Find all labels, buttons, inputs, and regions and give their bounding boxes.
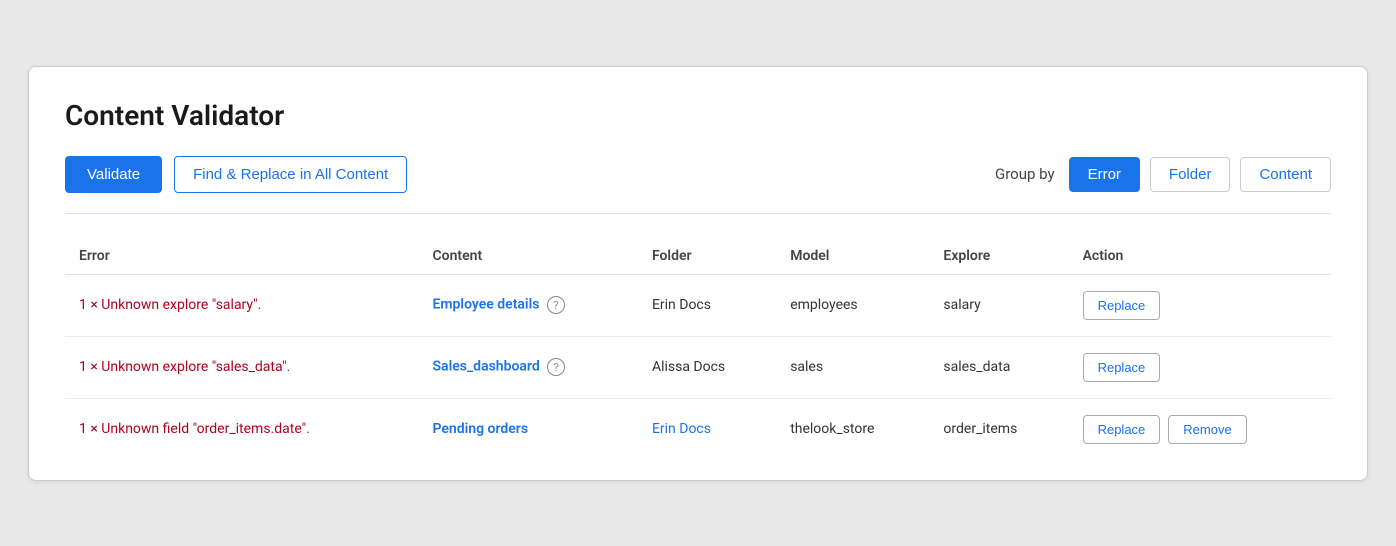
explore-cell: order_items (929, 398, 1068, 460)
content-link[interactable]: Sales_dashboard (433, 359, 540, 375)
col-header-explore: Explore (929, 238, 1068, 275)
folder-name: Erin Docs (652, 297, 711, 313)
content-link[interactable]: Pending orders (433, 421, 529, 437)
replace-button[interactable]: Replace (1083, 415, 1161, 444)
group-by-label: Group by (995, 165, 1055, 183)
table-header-row: Error Content Folder Model Explore Actio… (65, 238, 1331, 275)
action-cell: Replace (1069, 336, 1331, 398)
action-cell: Replace Remove (1069, 398, 1331, 460)
table-row: 1 × Unknown explore "sales_data". Sales_… (65, 336, 1331, 398)
toolbar-left: Validate Find & Replace in All Content (65, 156, 407, 193)
content-cell: Employee details ? (419, 274, 638, 336)
col-header-model: Model (776, 238, 929, 275)
action-cell: Replace (1069, 274, 1331, 336)
validate-button[interactable]: Validate (65, 156, 162, 193)
error-cell: 1 × Unknown field "order_items.date". (65, 398, 419, 460)
error-text: 1 × Unknown explore "salary". (79, 297, 261, 313)
error-cell: 1 × Unknown explore "sales_data". (65, 336, 419, 398)
toolbar: Validate Find & Replace in All Content G… (65, 156, 1331, 214)
replace-button[interactable]: Replace (1083, 353, 1161, 382)
explore-cell: salary (929, 274, 1068, 336)
help-icon[interactable]: ? (547, 296, 565, 314)
col-header-action: Action (1069, 238, 1331, 275)
table-row: 1 × Unknown field "order_items.date". Pe… (65, 398, 1331, 460)
model-cell: employees (776, 274, 929, 336)
error-text: 1 × Unknown field "order_items.date". (79, 421, 310, 437)
folder-cell: Erin Docs (638, 274, 776, 336)
replace-button[interactable]: Replace (1083, 291, 1161, 320)
col-header-error: Error (65, 238, 419, 275)
content-cell: Sales_dashboard ? (419, 336, 638, 398)
help-icon[interactable]: ? (547, 358, 565, 376)
remove-button[interactable]: Remove (1168, 415, 1246, 444)
error-text: 1 × Unknown explore "sales_data". (79, 359, 290, 375)
results-table: Error Content Folder Model Explore Actio… (65, 238, 1331, 460)
page-title: Content Validator (65, 99, 1331, 132)
table-row: 1 × Unknown explore "salary". Employee d… (65, 274, 1331, 336)
folder-link[interactable]: Erin Docs (652, 421, 711, 437)
folder-cell: Erin Docs (638, 398, 776, 460)
find-replace-button[interactable]: Find & Replace in All Content (174, 156, 407, 193)
model-cell: sales (776, 336, 929, 398)
folder-name: Alissa Docs (652, 359, 725, 375)
model-cell: thelook_store (776, 398, 929, 460)
content-validator-card: Content Validator Validate Find & Replac… (28, 66, 1368, 481)
col-header-content: Content (419, 238, 638, 275)
content-link[interactable]: Employee details (433, 297, 540, 313)
content-cell: Pending orders (419, 398, 638, 460)
folder-cell: Alissa Docs (638, 336, 776, 398)
col-header-folder: Folder (638, 238, 776, 275)
explore-cell: sales_data (929, 336, 1068, 398)
group-by-content-button[interactable]: Content (1240, 157, 1331, 192)
toolbar-right: Group by Error Folder Content (995, 157, 1331, 192)
error-cell: 1 × Unknown explore "salary". (65, 274, 419, 336)
group-by-folder-button[interactable]: Folder (1150, 157, 1231, 192)
group-by-error-button[interactable]: Error (1069, 157, 1140, 192)
